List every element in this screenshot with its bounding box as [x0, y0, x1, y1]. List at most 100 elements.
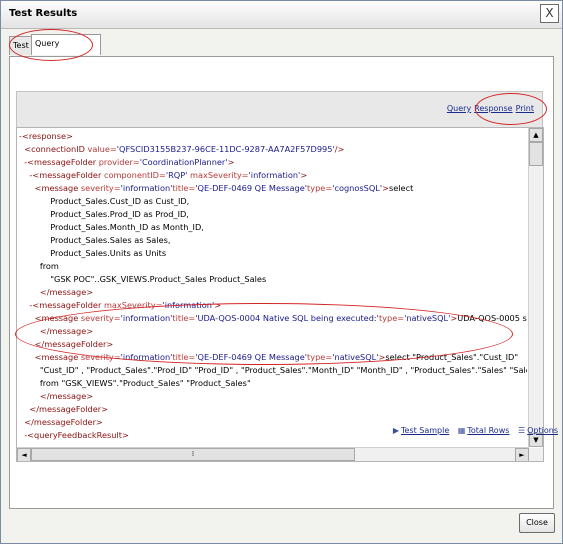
xml-token: -<	[19, 131, 29, 141]
xml-viewer[interactable]: -<response> <connectionID value='QFSCID3…	[16, 127, 544, 462]
xml-token: >	[214, 300, 222, 310]
xml-token: provider=	[98, 157, 140, 167]
xml-token: severity=	[80, 183, 121, 193]
xml-token: >	[300, 170, 308, 180]
xml-token: </messageFolder>	[24, 417, 103, 427]
test-sample-link[interactable]: ▶ Test Sample	[393, 426, 449, 435]
xml-token: Product_Sales.Sales as Sales,	[19, 235, 171, 245]
xml-token: -<messageFolder	[29, 300, 104, 310]
xml-token: select "Product_Sales"."Cust_ID"	[385, 352, 519, 362]
xml-line: "Cust_ID" , "Product_Sales"."Prod_ID" "P…	[19, 364, 527, 377]
vertical-scrollbar[interactable]: ▲ ▼	[528, 128, 543, 447]
test-results-window: Test Results X Test Query Information Qu…	[0, 0, 563, 544]
xml-line: <message severity='information'title='UD…	[19, 312, 527, 325]
options-link[interactable]: ☰ Options	[518, 426, 558, 435]
xml-token: 'information'	[248, 170, 301, 180]
xml-token: severity=	[80, 352, 121, 362]
xml-token: -<queryFeedbackResult>	[24, 430, 129, 440]
xml-line: </messageFolder>	[19, 403, 527, 416]
xml-token: Product_Sales.Prod_ID as Prod_ID,	[19, 209, 189, 219]
xml-token	[19, 404, 29, 414]
xml-token: type=	[307, 352, 333, 362]
scroll-right-icon[interactable]: ►	[515, 448, 529, 461]
xml-token: title=	[172, 352, 196, 362]
xml-line: Product_Sales.Prod_ID as Prod_ID,	[19, 208, 527, 221]
xml-content: -<response> <connectionID value='QFSCID3…	[19, 130, 527, 447]
xml-line: Product_Sales.Sales as Sales,	[19, 234, 527, 247]
xml-token: maxSeverity=	[187, 170, 249, 180]
play-icon: ▶	[392, 426, 399, 435]
xml-token	[19, 170, 29, 180]
xml-token	[19, 300, 29, 310]
xml-token: 'UDA-QOS-0004 Native SQL being executed:…	[195, 313, 379, 323]
xml-token: "GSK POC"..GSK_VIEWS.Product_Sales Produ…	[19, 274, 267, 284]
tab-content: Query Response Print -<response> <connecti…	[9, 56, 554, 509]
xml-token: Product_Sales.Units as Units	[19, 248, 167, 258]
xml-token: 'RQP'	[165, 170, 188, 180]
xml-line: -<response>	[19, 130, 527, 143]
xml-token: <message	[34, 352, 81, 362]
xml-token: 'information'	[120, 313, 173, 323]
xml-line: </messageFolder>	[19, 338, 527, 351]
scroll-down-icon[interactable]: ▼	[529, 433, 543, 447]
xml-line: -<messageFolder provider='CoordinationPl…	[19, 156, 527, 169]
xml-token: <message	[34, 313, 81, 323]
xml-line: <message severity='information'title='QE…	[19, 182, 527, 195]
xml-token: </messageFolder>	[34, 339, 114, 349]
print-link[interactable]: Print	[516, 104, 534, 113]
xml-token: value=	[87, 144, 117, 154]
total-rows-link[interactable]: ▦ Total Rows	[458, 426, 510, 435]
xml-line: from	[19, 260, 527, 273]
horizontal-scroll-thumb[interactable]: ⁞	[31, 448, 355, 461]
xml-token: >	[66, 131, 73, 141]
xml-token: </message>	[39, 391, 94, 401]
xml-token: type=	[378, 313, 405, 323]
xml-token	[19, 352, 35, 362]
close-icon[interactable]: X	[540, 4, 559, 23]
query-link[interactable]: Query	[447, 104, 471, 113]
xml-token: 'QE-DEF-0469 QE Message'	[195, 352, 308, 362]
xml-token: 'information'	[120, 352, 173, 362]
xml-token	[19, 339, 35, 349]
xml-token: select	[388, 183, 414, 193]
toolbar-links: Query Response Print	[444, 104, 534, 113]
xml-line: -<messageFolder componentID='RQP' maxSev…	[19, 169, 527, 182]
xml-token	[19, 287, 40, 297]
xml-token: 'QFSCID3155B237-96CE-11DC-9287-AA7A2F57D…	[116, 144, 335, 154]
xml-token: >	[227, 157, 235, 167]
xml-token: response	[28, 131, 67, 141]
xml-line: </message>	[19, 390, 527, 403]
close-button[interactable]: Close	[519, 513, 555, 533]
scroll-up-icon[interactable]: ▲	[529, 128, 543, 142]
scroll-corner	[529, 448, 543, 461]
bottom-links: ▶ Test Sample ▦ Total Rows ☰ Options	[387, 426, 558, 435]
response-link[interactable]: Response	[474, 104, 512, 113]
xml-line: <connectionID value='QFSCID3155B237-96CE…	[19, 143, 527, 156]
xml-line: "GSK POC"..GSK_VIEWS.Product_Sales Produ…	[19, 273, 527, 286]
horizontal-scrollbar[interactable]: ◄ ⁞ ►	[17, 447, 529, 461]
xml-token: maxSeverity=	[103, 300, 163, 310]
xml-token: 'information'	[162, 300, 215, 310]
xml-token: type=	[307, 183, 333, 193]
tab-query-information[interactable]: Query Information	[31, 34, 101, 66]
xml-token	[19, 391, 40, 401]
xml-line: from "GSK_VIEWS"."Product_Sales" "Produc…	[19, 377, 527, 390]
vertical-scroll-thumb[interactable]	[529, 142, 543, 166]
xml-token: </messageFolder>	[29, 404, 108, 414]
xml-token: </message>	[39, 287, 94, 297]
xml-token	[19, 183, 35, 193]
xml-line: -<messageFolder maxSeverity='information…	[19, 299, 527, 312]
xml-token: >	[382, 183, 389, 193]
xml-token: Product_Sales.Cust_ID as Cust_ID,	[19, 196, 190, 206]
xml-token: />	[334, 144, 345, 154]
xml-line: Product_Sales.Units as Units	[19, 247, 527, 260]
xml-token	[19, 326, 40, 336]
xml-token: from "GSK_VIEWS"."Product_Sales" "Produc…	[19, 378, 251, 388]
xml-token: Product_Sales.Month_ID as Month_ID,	[19, 222, 204, 232]
tab-test[interactable]: Test	[9, 36, 33, 55]
xml-line: Product_Sales.Month_ID as Month_ID,	[19, 221, 527, 234]
scroll-left-icon[interactable]: ◄	[17, 448, 31, 461]
xml-line: Product_Sales.Cust_ID as Cust_ID,	[19, 195, 527, 208]
xml-token: title=	[172, 183, 196, 193]
xml-token: 'CoordinationPlanner'	[139, 157, 228, 167]
